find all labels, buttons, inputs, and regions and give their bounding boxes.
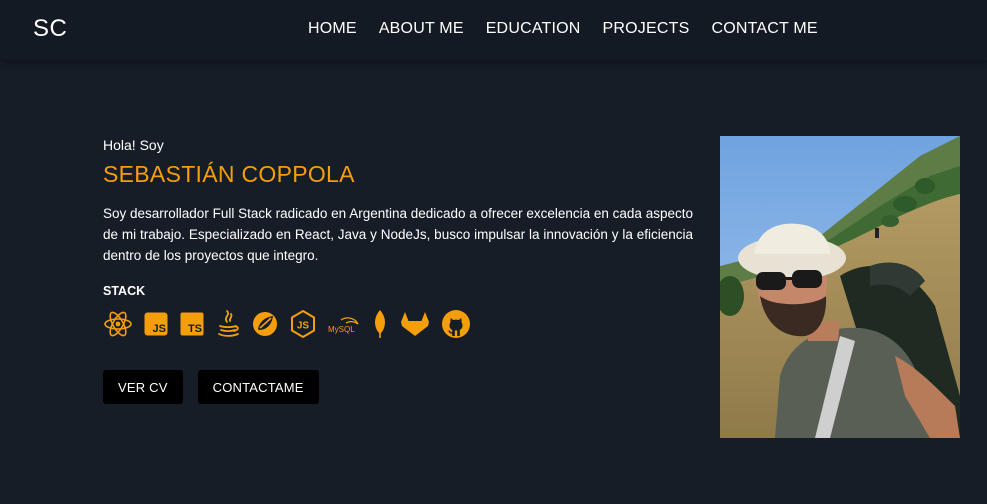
tech-stack-icons: JS TS JS MySQL [103,309,693,339]
java-icon [215,310,241,338]
mysql-icon: MySQL [327,310,361,338]
nav-link-education[interactable]: EDUCATION [486,20,581,38]
svg-text:TS: TS [188,323,202,335]
stack-title: STACK [103,284,146,298]
svg-text:JS: JS [297,321,310,332]
svg-text:JS: JS [153,323,166,335]
typescript-icon: TS [179,310,205,338]
contact-button[interactable]: CONTACTAME [197,370,319,404]
bio-description: Soy desarrollador Full Stack radicado en… [103,206,693,263]
nav-link-contact-me[interactable]: CONTACT ME [711,20,817,38]
main-nav: HOME ABOUT ME EDUCATION PROJECTS CONTACT… [308,20,818,38]
gitlab-icon [399,310,431,338]
hero-section: Hola! Soy SEBASTIÁN COPPOLA Soy desarrol… [103,137,693,339]
person-name: SEBASTIÁN COPPOLA [103,161,355,187]
nodejs-icon: JS [289,309,317,339]
javascript-icon: JS [143,310,169,338]
greeting-text: Hola! Soy [103,137,164,153]
view-cv-button[interactable]: VER CV [103,370,183,404]
nav-link-about-me[interactable]: ABOUT ME [379,20,464,38]
spring-icon [251,310,279,338]
mongodb-icon [371,310,389,338]
nav-link-projects[interactable]: PROJECTS [603,20,690,38]
nav-link-home[interactable]: HOME [308,20,357,38]
react-icon [103,310,133,338]
top-navigation-bar: SC HOME ABOUT ME EDUCATION PROJECTS CONT… [0,0,987,60]
svg-text:MySQL: MySQL [328,325,355,334]
site-logo[interactable]: SC [33,15,67,43]
hero-actions: VER CV CONTACTAME [103,370,319,404]
profile-photo [720,136,960,438]
github-icon [441,310,471,338]
